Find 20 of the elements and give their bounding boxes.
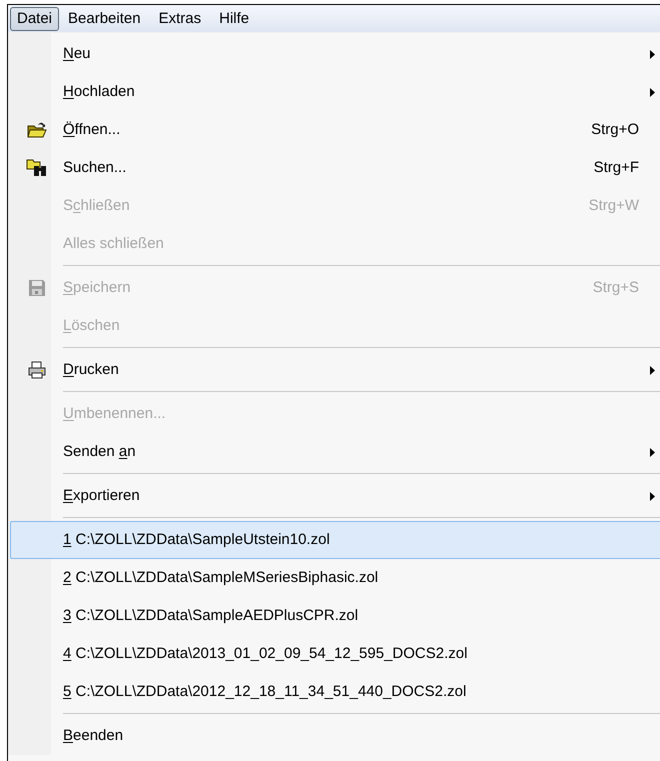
- menu-item[interactable]: 3 C:\ZOLL\ZDData\SampleAEDPlusCPR.zol: [10, 597, 660, 635]
- menu-item[interactable]: Exportieren: [10, 477, 660, 515]
- menu-item[interactable]: Neu: [10, 35, 660, 73]
- menu-item[interactable]: 1 C:\ZOLL\ZDData\SampleUtstein10.zol: [10, 521, 660, 559]
- menu-item[interactable]: 4 C:\ZOLL\ZDData\2013_01_02_09_54_12_595_DOCS2.zol: [10, 635, 660, 673]
- menu-item[interactable]: Drucken: [10, 351, 660, 389]
- menu-item[interactable]: Öffnen... Strg+O: [10, 111, 660, 149]
- menu-item[interactable]: Hochladen: [10, 73, 660, 111]
- open-folder-icon: [27, 121, 47, 139]
- binoculars-folder-icon: [26, 158, 48, 178]
- menu-item[interactable]: Beenden: [10, 717, 660, 755]
- menu-item[interactable]: Senden an: [10, 433, 660, 471]
- menu-bar-item[interactable]: Bearbeiten: [59, 6, 150, 30]
- menu-bar-item[interactable]: Extras: [150, 6, 210, 30]
- menu-bar-item[interactable]: Hilfe: [210, 6, 258, 30]
- printer-icon: [27, 361, 47, 379]
- menu-bar-item[interactable]: Datei: [10, 6, 60, 30]
- menu-item[interactable]: 5 C:\ZOLL\ZDData\2012_12_18_11_34_51_440_DOCS2.zol: [10, 673, 660, 711]
- menu-item[interactable]: Suchen... Strg+F: [10, 149, 660, 187]
- menu-item[interactable]: 2 C:\ZOLL\ZDData\SampleMSeriesBiphasic.zol: [10, 559, 660, 597]
